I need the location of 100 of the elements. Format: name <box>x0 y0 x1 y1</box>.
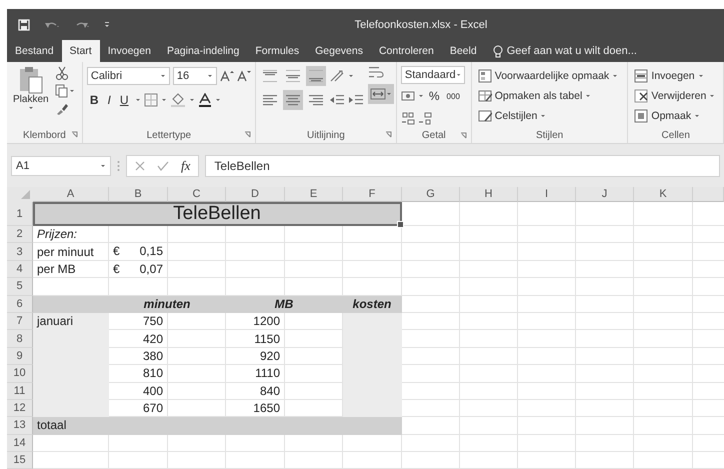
decrease-decimal-icon[interactable] <box>418 111 432 125</box>
column-header[interactable]: H <box>460 187 518 202</box>
column-header[interactable]: C <box>168 187 226 202</box>
italic-button[interactable]: I <box>104 90 114 110</box>
caret-icon[interactable] <box>214 97 221 103</box>
row-header[interactable]: 4 <box>7 260 33 278</box>
align-button[interactable] <box>282 90 303 110</box>
table-cell <box>576 400 634 418</box>
percent-button[interactable]: % <box>426 89 442 103</box>
ribbon-tab[interactable]: Controleren <box>370 40 442 62</box>
column-header[interactable]: I <box>518 187 576 202</box>
save-icon[interactable] <box>18 18 30 30</box>
caret-icon[interactable] <box>134 97 141 103</box>
search-field[interactable]: Geef aan wat u wilt doen... <box>506 45 637 57</box>
table-cell <box>634 243 693 261</box>
caret-icon[interactable] <box>348 73 354 79</box>
scissors-icon[interactable] <box>54 66 69 80</box>
table-format-icon <box>478 88 492 102</box>
increase-indent-icon[interactable] <box>348 94 364 106</box>
name-box[interactable]: A1 <box>11 156 111 176</box>
fill-color-icon[interactable] <box>170 93 186 107</box>
table-cell <box>285 260 343 278</box>
formula-field[interactable]: TeleBellen <box>205 154 720 176</box>
ribbon-tab[interactable]: Beeld <box>442 40 485 62</box>
ribbon-tab[interactable]: Invoegen <box>100 40 159 62</box>
dialog-launcher-icon[interactable] <box>244 131 251 138</box>
ribbon-tab[interactable]: Pagina-indeling <box>158 40 248 62</box>
table-cell <box>634 312 693 330</box>
row-header[interactable]: 14 <box>7 434 33 452</box>
merge-center-button[interactable] <box>368 84 394 104</box>
row-header[interactable]: 13 <box>7 417 33 435</box>
column-header[interactable]: G <box>402 187 460 202</box>
table-cell <box>634 434 693 452</box>
row-header[interactable]: 11 <box>7 382 33 400</box>
column-header[interactable]: F <box>343 187 402 202</box>
table-cell <box>634 400 693 418</box>
number-format-field[interactable]: Standaard <box>400 66 465 84</box>
table-cell <box>576 226 634 244</box>
column-header[interactable]: K <box>634 187 693 202</box>
font-size-field[interactable]: 16 <box>172 67 217 85</box>
brush-icon[interactable] <box>54 102 69 116</box>
fill-handle[interactable] <box>397 221 404 228</box>
dialog-launcher-icon[interactable] <box>384 131 392 138</box>
font-color-icon[interactable] <box>198 93 212 107</box>
row-header[interactable]: 8 <box>7 330 33 348</box>
column-header[interactable]: J <box>576 187 634 202</box>
column-header[interactable]: D <box>226 187 285 202</box>
column-header[interactable]: A <box>33 187 109 202</box>
align-button[interactable] <box>306 66 326 86</box>
ribbon-tab[interactable]: Bestand <box>7 40 62 62</box>
table-cell <box>576 434 634 452</box>
currency-icon[interactable] <box>400 90 415 102</box>
shrink-font-icon[interactable] <box>236 70 251 82</box>
row-header[interactable]: 6 <box>7 296 33 313</box>
cells-menu-button[interactable]: Invoegen <box>632 66 718 85</box>
thousands-button[interactable]: 000 <box>444 92 462 100</box>
row-header[interactable]: 10 <box>7 365 33 383</box>
grow-font-icon[interactable] <box>220 70 234 82</box>
redo-icon[interactable] <box>74 20 90 30</box>
table-cell <box>576 382 634 400</box>
row-header[interactable]: 2 <box>7 226 33 244</box>
customize-icon[interactable] <box>104 20 110 28</box>
row-header[interactable]: 12 <box>7 400 33 418</box>
increase-decimal-icon[interactable] <box>400 111 415 125</box>
row-header[interactable]: 1 <box>7 202 33 226</box>
row-header[interactable]: 15 <box>7 452 33 469</box>
styles-menu-button[interactable]: Celstijlen <box>476 106 620 125</box>
cells-menu-button[interactable]: Verwijderen <box>632 86 718 105</box>
font-name-field[interactable]: Calibri <box>86 67 170 85</box>
orientation-icon[interactable] <box>328 69 345 83</box>
ribbon-tab[interactable]: Start <box>62 40 100 62</box>
column-header[interactable]: B <box>109 187 168 202</box>
caret-icon[interactable] <box>160 97 167 103</box>
decrease-indent-icon[interactable] <box>328 94 345 106</box>
table-cell <box>402 417 460 435</box>
ribbon-tab[interactable]: Formules <box>247 40 308 62</box>
row-header[interactable]: 9 <box>7 348 33 366</box>
underline-button[interactable]: U <box>116 90 132 110</box>
caret-icon[interactable] <box>418 93 424 99</box>
caret-icon[interactable] <box>188 97 195 103</box>
borders-icon[interactable] <box>144 93 158 107</box>
table-cell <box>285 452 343 469</box>
check-icon[interactable] <box>157 160 169 170</box>
row-header[interactable]: 3 <box>7 243 33 261</box>
cancel-icon[interactable] <box>135 160 145 170</box>
row-header[interactable]: 5 <box>7 278 33 296</box>
styles-menu-button[interactable]: Voorwaardelijke opmaak <box>476 66 620 85</box>
bold-button[interactable]: B <box>86 90 102 110</box>
row-header[interactable]: 7 <box>7 312 33 330</box>
copy-icon[interactable] <box>54 84 75 98</box>
cells-menu-button[interactable]: Opmaak <box>632 106 718 125</box>
insert-function-button[interactable]: fx <box>181 158 190 174</box>
dialog-launcher-icon[interactable] <box>460 132 467 139</box>
column-header[interactable]: E <box>285 187 343 202</box>
table-cell <box>343 452 402 469</box>
wrap-text-icon[interactable] <box>368 66 384 80</box>
ribbon-tab[interactable]: Gegevens <box>307 40 371 62</box>
styles-menu-button[interactable]: Opmaken als tabel <box>476 86 620 105</box>
dialog-launcher-icon[interactable] <box>70 131 78 138</box>
paste-button[interactable]: Plakken <box>11 66 51 127</box>
